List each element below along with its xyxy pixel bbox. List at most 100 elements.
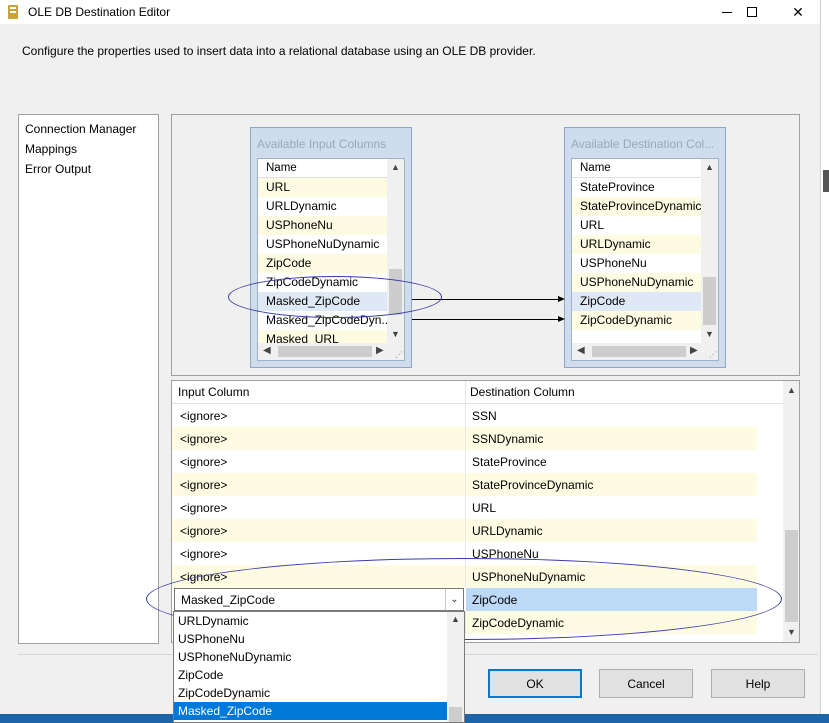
destination-column-item[interactable]: StateProvince <box>572 178 702 197</box>
table-row[interactable]: <ignore> URL <box>172 496 757 519</box>
input-cell[interactable]: <ignore> <box>180 547 227 561</box>
destination-column-item[interactable]: USPhoneNu <box>572 254 702 273</box>
input-column-item[interactable]: ZipCode <box>258 254 388 273</box>
table-row[interactable]: <ignore> USPhoneNu <box>172 542 757 565</box>
page-description: Configure the properties used to insert … <box>22 44 536 58</box>
mapping-arrow-icon <box>558 316 565 322</box>
available-destination-list: Name StateProvince StateProvinceDynamic … <box>571 158 719 361</box>
input-cell[interactable]: <ignore> <box>180 478 227 492</box>
input-column-item[interactable]: ZipCodeDynamic <box>258 273 388 292</box>
scroll-down-icon[interactable]: ▼ <box>787 627 796 637</box>
input-column-item[interactable]: USPhoneNuDynamic <box>258 235 388 254</box>
destination-column-header[interactable]: Destination Column <box>470 385 575 399</box>
scroll-thumb[interactable] <box>785 530 798 622</box>
input-cell[interactable]: <ignore> <box>180 501 227 515</box>
scroll-thumb[interactable] <box>703 277 716 325</box>
input-column-item[interactable]: Masked_ZipCodeDyn... <box>258 311 388 330</box>
input-column-header[interactable]: Input Column <box>178 385 249 399</box>
input-column-item[interactable]: USPhoneNu <box>258 216 388 235</box>
input-list-header[interactable]: Name <box>258 159 404 178</box>
mapping-line[interactable] <box>412 299 558 300</box>
destination-column-item[interactable]: StateProvinceDynamic <box>572 197 702 216</box>
input-cell[interactable]: <ignore> <box>180 432 227 446</box>
scroll-up-icon[interactable]: ▲ <box>787 385 796 395</box>
input-column-combobox[interactable]: Masked_ZipCode ⌄ <box>174 588 464 611</box>
destination-cell[interactable]: ZipCodeDynamic <box>472 616 564 630</box>
input-column-item[interactable]: Masked_ZipCode <box>258 292 388 311</box>
dropdown-vscroll[interactable]: ▲ <box>447 612 464 722</box>
dropdown-option[interactable]: ZipCode <box>174 666 447 684</box>
background-window-edge <box>820 0 829 723</box>
dropdown-option[interactable]: USPhoneNu <box>174 630 447 648</box>
input-list-hscroll[interactable]: ◀ ▶ ⋰ <box>258 343 404 360</box>
destination-cell[interactable]: SSN <box>472 409 497 423</box>
maximize-button[interactable] <box>730 0 774 24</box>
destination-column-item[interactable]: ZipCodeDynamic <box>572 311 702 330</box>
mapping-diagram: Available Input Columns Name URL URLDyna… <box>171 114 800 376</box>
table-row[interactable]: <ignore> USPhoneNuDynamic <box>172 565 757 588</box>
mapping-line[interactable] <box>412 319 558 320</box>
table-row[interactable]: <ignore> SSNDynamic <box>172 427 757 450</box>
destination-list-header[interactable]: Name <box>572 159 718 178</box>
input-column-dropdown-list[interactable]: URLDynamic USPhoneNu USPhoneNuDynamic Zi… <box>173 611 465 723</box>
mapping-arrow-icon <box>558 296 565 302</box>
destination-column-item[interactable]: URL <box>572 216 702 235</box>
destination-cell[interactable]: URLDynamic <box>472 524 543 538</box>
scroll-up-icon[interactable]: ▲ <box>451 614 460 624</box>
destination-cell[interactable]: SSNDynamic <box>472 432 543 446</box>
destination-column-item[interactable]: ZipCode <box>572 292 702 311</box>
dropdown-option-selected[interactable]: Masked_ZipCode <box>174 702 447 720</box>
destination-column-item[interactable]: URLDynamic <box>572 235 702 254</box>
scroll-up-icon[interactable]: ▲ <box>391 162 400 172</box>
nav-panel: Connection Manager Mappings Error Output <box>18 114 159 644</box>
cancel-button[interactable]: Cancel <box>599 669 693 698</box>
available-input-columns-box[interactable]: Available Input Columns Name URL URLDyna… <box>250 127 412 368</box>
scroll-down-icon[interactable]: ▼ <box>391 329 400 339</box>
input-cell[interactable]: <ignore> <box>180 455 227 469</box>
help-button[interactable]: Help <box>711 669 805 698</box>
destination-cell[interactable]: URL <box>472 501 496 515</box>
scroll-thumb[interactable] <box>592 346 686 357</box>
grid-vscroll[interactable]: ▲ ▼ <box>783 381 799 642</box>
input-column-item[interactable]: URL <box>258 178 388 197</box>
scroll-right-icon[interactable]: ▶ <box>690 345 698 356</box>
available-destination-columns-box[interactable]: Available Destination Col... Name StateP… <box>564 127 726 368</box>
resize-grip-icon[interactable]: ⋰ <box>709 350 717 359</box>
scroll-up-icon[interactable]: ▲ <box>705 162 714 172</box>
table-row[interactable]: <ignore> StateProvince <box>172 450 757 473</box>
input-list-vscroll[interactable]: ▲ ▼ <box>387 159 404 344</box>
available-input-title: Available Input Columns <box>257 137 387 151</box>
input-column-item[interactable]: URLDynamic <box>258 197 388 216</box>
ok-button[interactable]: OK <box>488 669 582 698</box>
nav-item-mappings[interactable]: Mappings <box>25 139 152 159</box>
dropdown-option[interactable]: ZipCodeDynamic <box>174 684 447 702</box>
scroll-thumb[interactable] <box>389 269 402 315</box>
table-row[interactable]: <ignore> StateProvinceDynamic <box>172 473 757 496</box>
selected-destination-cell[interactable]: ZipCode <box>466 588 757 611</box>
dropdown-option[interactable]: USPhoneNuDynamic <box>174 648 447 666</box>
input-cell[interactable]: <ignore> <box>180 409 227 423</box>
close-button[interactable]: ✕ <box>776 0 820 24</box>
destination-cell[interactable]: USPhoneNu <box>472 547 539 561</box>
scroll-right-icon[interactable]: ▶ <box>376 345 384 356</box>
table-row[interactable]: <ignore> SSN <box>172 404 757 427</box>
nav-item-connection-manager[interactable]: Connection Manager <box>25 119 152 139</box>
destination-column-item[interactable]: USPhoneNuDynamic <box>572 273 702 292</box>
destination-cell[interactable]: StateProvince <box>472 455 547 469</box>
destination-list-vscroll[interactable]: ▲ ▼ <box>701 159 718 344</box>
destination-cell[interactable]: USPhoneNuDynamic <box>472 570 585 584</box>
dropdown-option[interactable]: URLDynamic <box>174 612 447 630</box>
input-cell[interactable]: <ignore> <box>180 570 227 584</box>
combobox-dropdown-button[interactable]: ⌄ <box>445 589 463 610</box>
destination-cell[interactable]: StateProvinceDynamic <box>472 478 593 492</box>
table-row[interactable]: <ignore> URLDynamic <box>172 519 757 542</box>
scroll-left-icon[interactable]: ◀ <box>263 345 271 356</box>
scroll-down-icon[interactable]: ▼ <box>705 329 714 339</box>
scroll-thumb[interactable] <box>449 707 462 722</box>
destination-list-hscroll[interactable]: ◀ ▶ ⋰ <box>572 343 718 360</box>
input-cell[interactable]: <ignore> <box>180 524 227 538</box>
scroll-left-icon[interactable]: ◀ <box>577 345 585 356</box>
resize-grip-icon[interactable]: ⋰ <box>395 350 403 359</box>
scroll-thumb[interactable] <box>278 346 372 357</box>
nav-item-error-output[interactable]: Error Output <box>25 159 152 179</box>
